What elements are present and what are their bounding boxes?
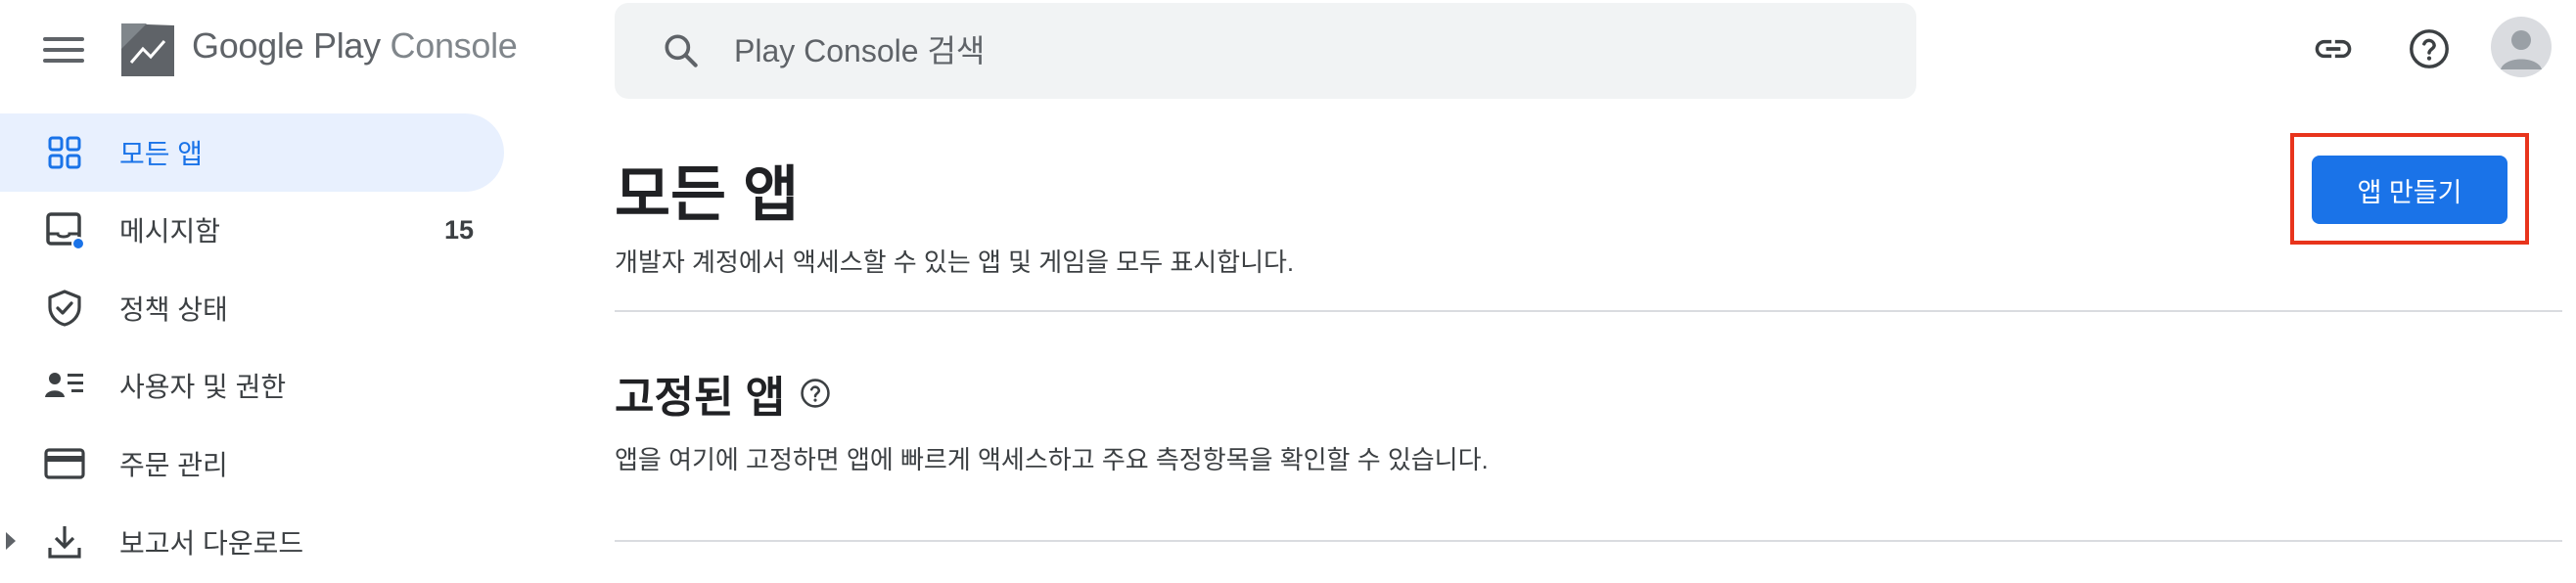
sidebar-item-label: 보고서 다운로드 — [119, 528, 304, 559]
link-button[interactable] — [2308, 23, 2359, 74]
pinned-apps-title: 고정된 앱 — [615, 374, 786, 422]
inbox-count-badge: 15 — [444, 214, 475, 245]
sidebar-item-label: 정책 상태 — [119, 294, 228, 325]
search-icon — [665, 34, 698, 67]
search-input[interactable] — [732, 31, 1617, 70]
sidebar-item-all-apps[interactable]: 모든 앱 — [0, 113, 504, 192]
apps-grid-icon — [43, 131, 86, 174]
app-logo-text[interactable]: Google Play Console — [192, 25, 518, 67]
menu-line — [43, 59, 84, 63]
pinned-apps-heading: 고정된 앱 — [615, 362, 832, 425]
sidebar-item-label: 메시지함 — [119, 216, 221, 247]
menu-line — [43, 48, 84, 52]
sidebar-item-inbox[interactable]: 메시지함 15 — [0, 191, 504, 269]
sidebar-item-label: 주문 관리 — [119, 450, 228, 480]
shield-check-icon — [43, 287, 86, 330]
sidebar-item-label: 모든 앱 — [119, 139, 204, 169]
sidebar-item-download-reports[interactable]: 보고서 다운로드 — [0, 503, 504, 581]
section-divider — [615, 540, 2562, 542]
section-divider — [615, 310, 2562, 312]
download-icon — [43, 520, 86, 563]
sidebar-item-policy-status[interactable]: 정책 상태 — [0, 269, 504, 347]
search-bar[interactable] — [615, 3, 1916, 99]
main-menu-button[interactable] — [43, 29, 84, 70]
logo-main-text: Google Play — [192, 25, 381, 66]
pinned-apps-description: 앱을 여기에 고정하면 앱에 빠르게 액세스하고 주요 측정항목을 확인할 수 … — [615, 445, 1489, 474]
credit-card-icon — [43, 442, 86, 485]
expand-arrow-icon[interactable] — [6, 532, 16, 550]
play-console-logo-icon — [121, 23, 174, 76]
link-icon — [2315, 39, 2352, 59]
menu-line — [43, 37, 84, 41]
sidebar-item-users-permissions[interactable]: 사용자 및 권한 — [0, 346, 504, 425]
logo-sub-text: Console — [390, 25, 518, 66]
sidebar-item-order-management[interactable]: 주문 관리 — [0, 425, 504, 503]
help-circle-icon — [2410, 29, 2449, 68]
users-list-icon — [43, 364, 86, 407]
help-button[interactable] — [2404, 23, 2455, 74]
sidebar-item-label: 사용자 및 권한 — [119, 372, 287, 402]
page-title: 모든 앱 — [615, 161, 800, 229]
create-app-button[interactable]: 앱 만들기 — [2312, 156, 2507, 224]
help-icon[interactable] — [799, 377, 832, 410]
page-subtitle: 개발자 계정에서 액세스할 수 있는 앱 및 게임을 모두 표시합니다. — [615, 247, 1295, 277]
inbox-icon — [43, 208, 86, 251]
avatar-person-icon — [2501, 30, 2542, 69]
account-avatar[interactable] — [2491, 17, 2552, 77]
